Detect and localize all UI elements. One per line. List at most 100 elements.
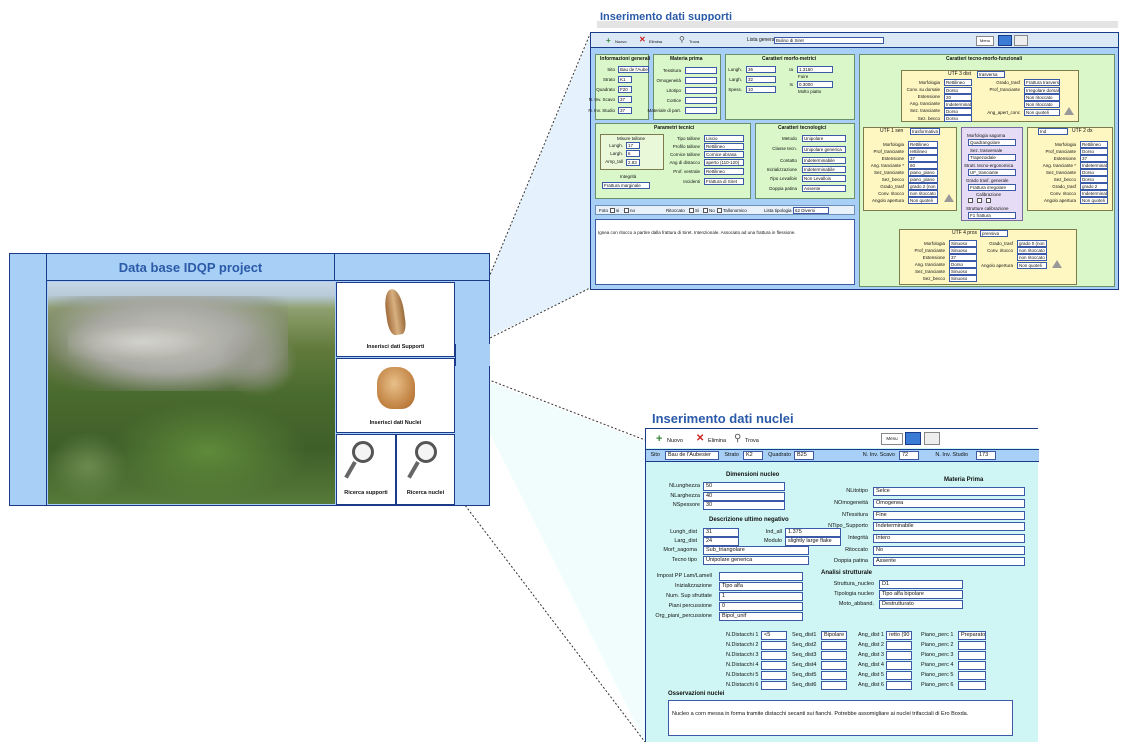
dist-field-3-5[interactable]: [958, 681, 986, 690]
inserisci-supporti-button[interactable]: Inserisci dati Supporti: [336, 282, 455, 357]
supporti-trova-button[interactable]: ⚲ Trova: [679, 35, 703, 46]
quadrato-field[interactable]: F20: [618, 86, 632, 93]
nuclei-menu-button[interactable]: Menu: [881, 433, 903, 445]
utf4-title-field[interactable]: prensiva: [980, 230, 1008, 237]
arnp-field[interactable]: 2.83: [626, 159, 640, 166]
doppia-patina-field[interactable]: Assente: [802, 185, 846, 192]
cortice-field[interactable]: [685, 97, 717, 104]
tipo-levallois-field[interactable]: Non Levallois: [802, 175, 846, 182]
utf3-sez-field[interactable]: Dorso: [944, 108, 972, 115]
supporti-elimina-button[interactable]: ✕ Elimina: [639, 35, 665, 46]
utf3-morf-field[interactable]: Rettilineo: [944, 79, 972, 86]
supporti-menu-button[interactable]: Menu: [976, 36, 994, 46]
num-sup-field[interactable]: 1: [719, 592, 803, 601]
ricerca-supporti-button[interactable]: Ricerca supporti: [336, 434, 396, 505]
utf2-f7[interactable]: Indeterminabile: [1080, 190, 1108, 197]
utf2-f5[interactable]: Dorso: [1080, 176, 1108, 183]
lista-tipologia-field[interactable]: 62 Diversi: [793, 207, 829, 214]
profilo-tallone-field[interactable]: Rettilineo: [704, 143, 744, 150]
dist-field-0-5[interactable]: [761, 681, 787, 690]
dist-field-3-2[interactable]: [958, 651, 986, 660]
org-piani-field[interactable]: Bipol_unif: [719, 612, 803, 621]
dist-field-2-3[interactable]: [886, 661, 912, 670]
utf3-grado-field[interactable]: Frattura trasversale: [1024, 79, 1060, 86]
ang-distacco-field[interactable]: aperto (110-120): [704, 159, 744, 166]
utf1-f1[interactable]: rettilineo: [908, 148, 938, 155]
ricerca-nuclei-button[interactable]: Ricerca nuclei: [396, 434, 455, 505]
struttura-field[interactable]: D1: [879, 580, 963, 589]
utf3-becco-field[interactable]: Dorso: [944, 115, 972, 122]
n-scavo-field[interactable]: 72: [899, 451, 919, 460]
nritoccato-field[interactable]: No: [873, 546, 1025, 555]
piani-perc-field[interactable]: 0: [719, 602, 803, 611]
tipo-tallone-field[interactable]: Liscio: [704, 135, 744, 142]
utf3-conv-field[interactable]: Dorso: [944, 87, 972, 94]
utf2-f3[interactable]: Indeterminabile: [1080, 162, 1108, 169]
nlarghezza-field[interactable]: 40: [703, 492, 785, 501]
ritoccato-si-checkbox[interactable]: [689, 208, 694, 213]
tall-largh-field[interactable]: 6: [626, 150, 640, 157]
spess-field[interactable]: 10: [746, 86, 776, 93]
utf4-f2[interactable]: 37: [949, 254, 977, 261]
ia-field[interactable]: 1.3160: [797, 66, 833, 73]
utf2-f1[interactable]: Dorso: [1080, 148, 1108, 155]
utf4-f5[interactable]: Sinuoso: [949, 275, 977, 282]
inserisci-nuclei-button[interactable]: Inserisci dati Nuclei: [336, 358, 455, 433]
lungh-field[interactable]: 36: [746, 66, 776, 73]
ritoccato-no-checkbox[interactable]: [703, 208, 708, 213]
nlunghezza-field[interactable]: 50: [703, 482, 785, 491]
dist-field-0-2[interactable]: [761, 651, 787, 660]
utf4-f1[interactable]: Sinuoso: [949, 247, 977, 254]
nspessore-field[interactable]: 30: [703, 501, 785, 510]
ntessitura-field[interactable]: Fine: [873, 511, 1025, 520]
utf3-r4-field[interactable]: Non ritoccato: [1024, 101, 1060, 108]
utf2-f4[interactable]: Dorso: [1080, 169, 1108, 176]
strut-calib-field[interactable]: F1 frattura: [968, 212, 1016, 219]
strut-field[interactable]: UF_tranciante: [968, 169, 1016, 176]
incidenti-field[interactable]: Frattura di Siret: [704, 178, 744, 185]
ntipo-supporto-field[interactable]: Indeterminabile: [873, 522, 1025, 531]
supporti-note[interactable]: Ignea con ritocco a partire dalla frattu…: [595, 219, 855, 285]
utf2-f2[interactable]: 37: [1080, 155, 1108, 162]
sez-trasv-field[interactable]: Trapezoidale: [968, 154, 1016, 161]
utf2-f8[interactable]: Non quoteli: [1080, 197, 1108, 204]
foto-si-checkbox[interactable]: [610, 208, 615, 213]
inizializzazione-field[interactable]: Indeterminabile: [802, 166, 846, 173]
dist-field-0-1[interactable]: [761, 641, 787, 650]
utf2-title-field[interactable]: Ind: [1038, 128, 1068, 135]
larg-dist-field[interactable]: 24: [703, 537, 739, 546]
tessitura-field[interactable]: [685, 67, 717, 74]
classe-tecn-field[interactable]: Unipolare generica: [802, 146, 846, 153]
dist-field-1-4[interactable]: [821, 671, 847, 680]
dist-field-2-4[interactable]: [886, 671, 912, 680]
nuclei-nuovo-button[interactable]: + Nuovo: [656, 433, 690, 447]
inv-studio-field[interactable]: 37: [618, 107, 632, 114]
utf1-f4[interactable]: piano_piano: [908, 169, 938, 176]
utf4-rf3[interactable]: Non quoteli: [1017, 262, 1047, 269]
n-strato-field[interactable]: K2: [743, 451, 763, 460]
utf4-f3[interactable]: Dorso: [949, 261, 977, 268]
foto-no-checkbox[interactable]: [624, 208, 629, 213]
utf1-title-field[interactable]: trasformativa: [910, 128, 940, 135]
utf4-f4[interactable]: Sinuoso: [949, 268, 977, 275]
utf1-f0[interactable]: Rettilineo: [908, 141, 938, 148]
tallonomico-checkbox[interactable]: [717, 208, 722, 213]
grado-gen-field[interactable]: Frattura irregolare: [968, 184, 1016, 191]
dist-field-2-5[interactable]: [886, 681, 912, 690]
dist-field-2-0[interactable]: retto (90: [886, 631, 912, 640]
utf3-r3-field[interactable]: Non ritoccato: [1024, 94, 1060, 101]
utf4-rf2[interactable]: non ritoccato: [1017, 254, 1047, 261]
strato-field[interactable]: K1: [618, 76, 632, 83]
litotipo-field[interactable]: [685, 87, 717, 94]
n-quadrato-field[interactable]: B25: [794, 451, 814, 460]
tipologia-field[interactable]: Tipo alfa bipolare: [879, 590, 963, 599]
oss-textarea[interactable]: Nucleo a corn messa in forma tramite dis…: [668, 700, 1013, 736]
utf2-f6[interactable]: grado 2: [1080, 183, 1108, 190]
dist-field-3-3[interactable]: [958, 661, 986, 670]
is-field[interactable]: 0.3000: [797, 81, 833, 88]
utf3-prof-field[interactable]: Irregolare dorsale: [1024, 87, 1060, 94]
dist-field-3-1[interactable]: [958, 641, 986, 650]
omogeneita-field[interactable]: [685, 77, 717, 84]
calib-checkboxes[interactable]: [968, 198, 1016, 204]
dist-field-0-4[interactable]: [761, 671, 787, 680]
